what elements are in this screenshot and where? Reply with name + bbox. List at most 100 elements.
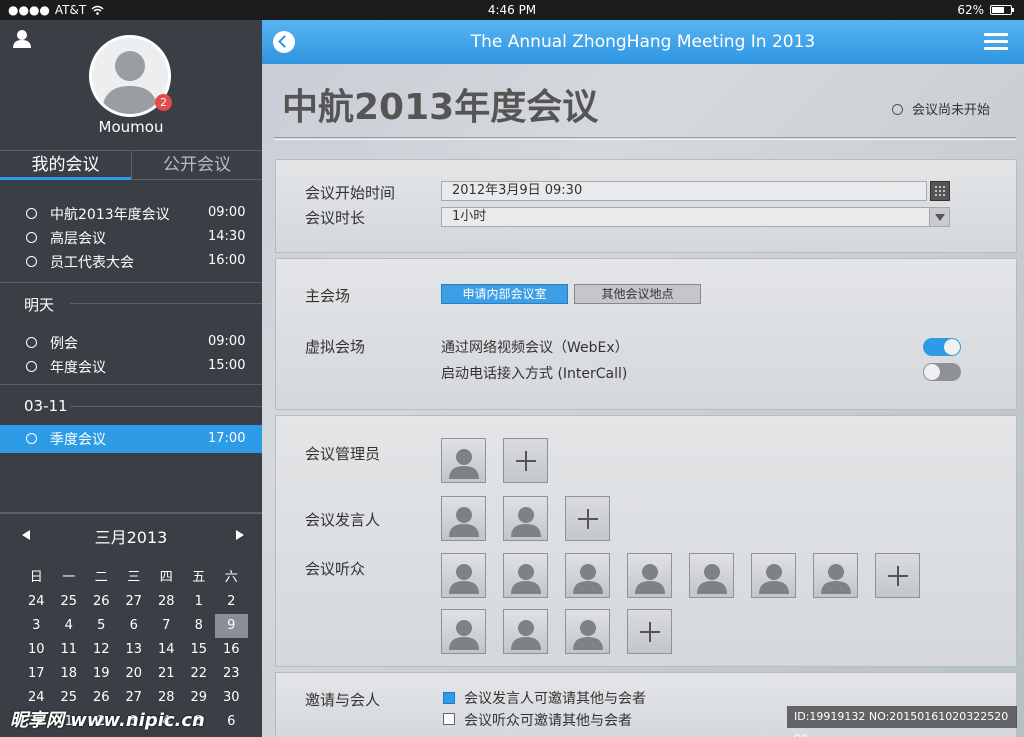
calendar-day[interactable]: 19 [85, 662, 118, 686]
calendar-day[interactable]: 23 [215, 662, 248, 686]
calendar-day[interactable]: 21 [150, 662, 183, 686]
audience-avatar[interactable] [441, 553, 486, 598]
calendar-day[interactable]: 15 [183, 638, 216, 662]
calendar-day[interactable]: 13 [118, 638, 151, 662]
invite-opt2-checkbox[interactable] [443, 713, 455, 725]
meeting-status: 会议尚未开始 [892, 99, 990, 118]
weekday-label: 四 [159, 570, 173, 585]
list-item[interactable]: 中航2013年度会议 09:00 [0, 202, 262, 226]
list-item-selected[interactable]: 季度会议 17:00 [0, 425, 274, 453]
calendar-day[interactable]: 9 [215, 614, 248, 638]
user-icon[interactable] [12, 29, 32, 49]
calendar-day[interactable]: 24 [20, 590, 53, 614]
battery-percent: 62% [957, 3, 984, 17]
calendar-day[interactable]: 18 [53, 662, 86, 686]
audience-avatar[interactable] [751, 553, 796, 598]
next-month-icon[interactable] [236, 530, 244, 540]
calendar-day[interactable]: 27 [118, 590, 151, 614]
main-content: 中航2013年度会议 会议尚未开始 会议开始时间 2012年3月9日 09:30… [262, 64, 1024, 737]
audience-label: 会议听众 [305, 560, 366, 578]
sidebar: 2 Moumou 我的会议 公开会议 中航2013年度会议 09:00 高层会议… [0, 20, 274, 737]
list-item[interactable]: 员工代表大会 16:00 [0, 250, 262, 274]
meeting-name: 例会 [50, 336, 78, 352]
calendar-day[interactable]: 17 [20, 662, 53, 686]
status-circle-icon [892, 104, 903, 115]
request-room-button[interactable]: 申请内部会议室 [441, 284, 568, 304]
person-icon [821, 564, 851, 594]
calendar-day[interactable]: 8 [183, 614, 216, 638]
calendar-day[interactable]: 26 [85, 590, 118, 614]
menu-icon[interactable] [984, 33, 1008, 51]
audience-avatar[interactable] [441, 609, 486, 654]
calendar-day[interactable]: 16 [215, 638, 248, 662]
calendar-day[interactable]: 6 [215, 710, 248, 734]
person-icon [449, 620, 479, 650]
calendar-day[interactable]: 11 [53, 638, 86, 662]
person-icon [573, 564, 603, 594]
calendar-day[interactable]: 1 [183, 590, 216, 614]
audience-avatar[interactable] [813, 553, 858, 598]
chevron-down-icon [929, 208, 949, 226]
calendar-day[interactable]: 3 [20, 614, 53, 638]
tab-my-meetings[interactable]: 我的会议 [0, 151, 131, 180]
speaker-avatar[interactable] [441, 496, 486, 541]
audience-avatar[interactable] [565, 609, 610, 654]
meeting-time: 16:00 [208, 253, 246, 268]
calendar-day[interactable]: 14 [150, 638, 183, 662]
time-panel: 会议开始时间 2012年3月9日 09:30 会议时长 1小时 [275, 159, 1017, 253]
meeting-name: 年度会议 [50, 360, 106, 376]
intercall-toggle[interactable] [923, 363, 961, 381]
speaker-avatar[interactable] [503, 496, 548, 541]
person-icon [449, 449, 479, 479]
weekday-label: 六 [224, 570, 238, 585]
calendar-day[interactable]: 6 [118, 614, 151, 638]
add-speaker-button[interactable] [565, 496, 610, 541]
tab-public-meetings[interactable]: 公开会议 [131, 151, 262, 180]
audience-avatar[interactable] [503, 553, 548, 598]
duration-select[interactable]: 1小时 [441, 207, 950, 227]
calendar-day[interactable]: 28 [150, 590, 183, 614]
list-item[interactable]: 高层会议 14:30 [0, 226, 262, 250]
mini-calendar: 三月2013 日一二三四五六 24 25 26 27 28 1 2 3 4 5 6 7 8 9 10 11 12 1… [0, 512, 262, 737]
calendar-day[interactable]: 5 [85, 614, 118, 638]
divider [0, 282, 262, 283]
person-icon [449, 507, 479, 537]
audience-avatar[interactable] [689, 553, 734, 598]
audience-avatar[interactable] [565, 553, 610, 598]
audience-avatar[interactable] [627, 553, 672, 598]
calendar-day[interactable]: 12 [85, 638, 118, 662]
calendar-day[interactable]: 2 [215, 590, 248, 614]
meeting-time: 09:00 [208, 334, 246, 349]
webex-option-label: 通过网络视频会议（WebEx） [441, 340, 629, 356]
circle-icon [26, 208, 37, 219]
weekday-label: 二 [94, 570, 108, 585]
add-audience-button[interactable] [627, 609, 672, 654]
meeting-name: 中航2013年度会议 [50, 207, 170, 223]
calendar-day[interactable]: 25 [53, 590, 86, 614]
webex-toggle[interactable] [923, 338, 961, 356]
calendar-day[interactable]: 20 [118, 662, 151, 686]
calendar-day[interactable]: 7 [150, 614, 183, 638]
other-venue-button[interactable]: 其他会议地点 [574, 284, 701, 304]
section-heading-tomorrow: 明天 [24, 296, 55, 314]
add-audience-button[interactable] [875, 553, 920, 598]
list-item[interactable]: 年度会议 15:00 [0, 355, 262, 379]
invite-label: 邀请与会人 [305, 691, 381, 709]
calendar-day[interactable]: 22 [183, 662, 216, 686]
weekday-label: 三 [127, 570, 141, 585]
invite-opt2-label: 会议听众可邀请其他与会者 [464, 713, 632, 729]
audience-avatar[interactable] [503, 609, 548, 654]
calendar-day[interactable]: 4 [53, 614, 86, 638]
main-venue-label: 主会场 [305, 287, 351, 305]
status-time: 4:46 PM [487, 3, 537, 17]
add-admin-button[interactable] [503, 438, 548, 483]
meeting-time: 09:00 [208, 205, 246, 220]
admin-avatar[interactable] [441, 438, 486, 483]
calendar-day[interactable]: 30 [215, 686, 248, 710]
calendar-picker-icon[interactable] [930, 181, 950, 201]
invite-opt1-checkbox[interactable] [443, 692, 455, 704]
list-item[interactable]: 例会 09:00 [0, 331, 262, 355]
calendar-day[interactable]: 10 [20, 638, 53, 662]
start-time-field[interactable]: 2012年3月9日 09:30 [441, 181, 927, 201]
section-heading-date: 03-11 [24, 397, 68, 415]
